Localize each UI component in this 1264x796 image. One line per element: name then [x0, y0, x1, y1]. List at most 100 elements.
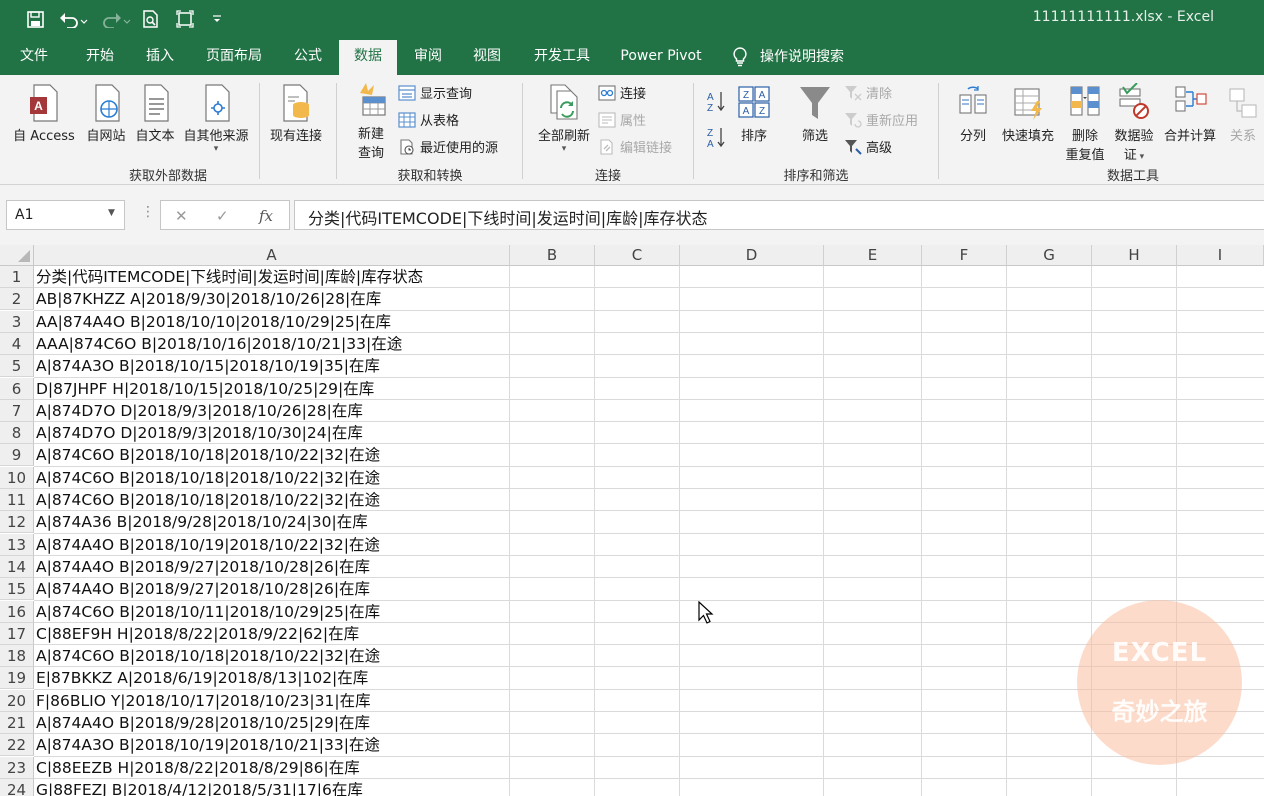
column-header-h[interactable]: H [1092, 245, 1177, 266]
row-header[interactable]: 19 [0, 667, 34, 690]
name-box-dropdown-icon[interactable]: ▼ [108, 208, 115, 218]
cell-a[interactable]: A|874A36 B|2018/9/28|2018/10/24|30|在库 [36, 511, 368, 533]
cell-a[interactable]: A|874C6O B|2018/10/11|2018/10/29|25|在库 [36, 601, 380, 623]
clear-filter-button[interactable]: 清除 [844, 83, 892, 102]
sort-descending-button[interactable]: ZA [706, 125, 728, 149]
row-header[interactable]: 2 [0, 288, 34, 311]
tab-power-pivot[interactable]: Power Pivot [612, 38, 710, 75]
cancel-icon[interactable]: ✕ [175, 207, 188, 225]
recent-sources-button[interactable]: 最近使用的源 [398, 137, 498, 156]
save-icon[interactable] [24, 8, 46, 30]
new-query-button[interactable]: 新建 查询 [344, 81, 398, 161]
column-header-d[interactable]: D [680, 245, 824, 266]
row-header[interactable]: 23 [0, 756, 34, 779]
cell-a[interactable]: A|874D7O D|2018/9/3|2018/10/26|28|在库 [36, 400, 363, 422]
tab-page-layout[interactable]: 页面布局 [196, 38, 272, 75]
cell-a[interactable]: G|88FEZJ B|2018/4/12|2018/5/31|17|6在库 [36, 779, 363, 796]
filter-button[interactable]: 筛选 [794, 83, 836, 144]
row-header[interactable]: 15 [0, 578, 34, 601]
tab-developer[interactable]: 开发工具 [524, 38, 600, 75]
tab-insert[interactable]: 插入 [136, 38, 184, 75]
undo-icon[interactable] [58, 8, 90, 30]
column-header-c[interactable]: C [595, 245, 680, 266]
redo-icon[interactable] [100, 8, 132, 30]
row-header[interactable]: 17 [0, 622, 34, 645]
tell-me-search[interactable]: 操作说明搜索 [732, 38, 862, 75]
cell-a[interactable]: A|874A3O B|2018/10/19|2018/10/21|33|在途 [36, 734, 380, 756]
reapply-filter-button[interactable]: 重新应用 [844, 110, 918, 129]
row-header[interactable]: 21 [0, 712, 34, 734]
row-header[interactable]: 20 [0, 689, 34, 712]
row-header[interactable]: 14 [0, 555, 34, 578]
cell-a[interactable]: AB|87KHZZ A|2018/9/30|2018/10/26|28|在库 [36, 288, 381, 310]
cell-a[interactable]: A|874D7O D|2018/9/3|2018/10/30|24|在库 [36, 422, 363, 444]
data-validation-button[interactable]: 数据验 证 ▾ [1110, 83, 1158, 163]
row-header[interactable]: 11 [0, 489, 34, 511]
from-text-button[interactable]: 自文本 [130, 83, 180, 144]
from-table-button[interactable]: 从表格 [398, 110, 459, 129]
row-header[interactable]: 1 [0, 266, 34, 288]
column-header-e[interactable]: E [824, 245, 922, 266]
existing-connections-button[interactable]: 现有连接 [264, 83, 328, 144]
worksheet-grid[interactable]: ABCDEFGHI 1 2 3 4 5 6 7 8 9 10 11 12 13 14 15 16 17 18 19 2… [0, 245, 1264, 796]
row-header[interactable]: 3 [0, 310, 34, 333]
formula-input[interactable]: 分类|代码ITEMCODE|下线时间|发运时间|库龄|库存状态 [294, 200, 1264, 230]
from-other-sources-button[interactable]: 自其他来源 ▾ [178, 83, 254, 154]
cell-a[interactable]: AA|874A4O B|2018/10/10|2018/10/29|25|在库 [36, 311, 391, 333]
row-header[interactable]: 6 [0, 377, 34, 400]
cell-a[interactable]: A|874A4O B|2018/9/27|2018/10/28|26|在库 [36, 556, 370, 578]
print-preview-icon[interactable] [140, 8, 162, 30]
consolidate-button[interactable]: 合并计算 [1160, 83, 1220, 144]
properties-button[interactable]: 属性 [598, 110, 646, 129]
advanced-filter-button[interactable]: 高级 [844, 137, 892, 156]
cell-a[interactable]: 分类|代码ITEMCODE|下线时间|发运时间|库龄|库存状态 [36, 266, 423, 288]
tab-home[interactable]: 开始 [76, 38, 124, 75]
enter-icon[interactable]: ✓ [216, 207, 229, 225]
row-header[interactable]: 9 [0, 444, 34, 467]
row-header[interactable]: 18 [0, 645, 34, 668]
cell-a[interactable]: A|874A3O B|2018/10/15|2018/10/19|35|在库 [36, 355, 380, 377]
row-header[interactable]: 7 [0, 399, 34, 422]
cell-a[interactable]: A|874C6O B|2018/10/18|2018/10/22|32|在途 [36, 444, 380, 466]
cell-a[interactable]: A|874C6O B|2018/10/18|2018/10/22|32|在途 [36, 645, 380, 667]
tab-view[interactable]: 视图 [463, 38, 511, 75]
insert-function-icon[interactable]: fx [259, 207, 273, 225]
show-queries-button[interactable]: 显示查询 [398, 83, 472, 102]
tab-file[interactable]: 文件 [10, 38, 58, 75]
tab-review[interactable]: 审阅 [404, 38, 452, 75]
flash-fill-button[interactable]: 快速填充 [998, 83, 1058, 144]
row-header[interactable]: 8 [0, 422, 34, 445]
row-header[interactable]: 5 [0, 355, 34, 378]
column-header-a[interactable]: A [34, 245, 510, 266]
column-header-i[interactable]: I [1177, 245, 1264, 266]
row-header[interactable]: 4 [0, 332, 34, 355]
column-header-f[interactable]: F [922, 245, 1007, 266]
row-header[interactable]: 16 [0, 600, 34, 623]
sort-button[interactable]: ZAAZ 排序 [733, 83, 775, 144]
customize-qat-icon[interactable] [208, 8, 226, 30]
cell-a[interactable]: A|874A4O B|2018/10/19|2018/10/22|32|在途 [36, 534, 380, 556]
cell-a[interactable]: A|874A4O B|2018/9/27|2018/10/28|26|在库 [36, 578, 370, 600]
cell-a[interactable]: D|87JHPF H|2018/10/15|2018/10/25|29|在库 [36, 378, 374, 400]
column-header-g[interactable]: G [1007, 245, 1092, 266]
cell-a[interactable]: E|87BKKZ A|2018/6/19|2018/8/13|102|在库 [36, 667, 368, 689]
remove-duplicates-button[interactable]: 删除 重复值 [1062, 83, 1108, 163]
column-header-b[interactable]: B [510, 245, 595, 266]
row-header[interactable]: 10 [0, 466, 34, 489]
screenshot-icon[interactable] [174, 8, 196, 30]
row-header[interactable]: 13 [0, 533, 34, 556]
cell-a[interactable]: F|86BLIO Y|2018/10/17|2018/10/23|31|在库 [36, 690, 371, 712]
sort-ascending-button[interactable]: AZ [706, 89, 728, 113]
relationships-button[interactable]: 关系 [1222, 83, 1264, 144]
cell-a[interactable]: C|88EF9H H|2018/8/22|2018/9/22|62|在库 [36, 623, 359, 645]
from-access-button[interactable]: A 自 Access [8, 83, 80, 144]
tab-formulas[interactable]: 公式 [284, 38, 332, 75]
from-web-button[interactable]: 自网站 [80, 83, 132, 144]
cell-a[interactable]: A|874C6O B|2018/10/18|2018/10/22|32|在途 [36, 489, 380, 511]
cell-a[interactable]: C|88EEZB H|2018/8/22|2018/8/29|86|在库 [36, 757, 360, 779]
refresh-all-button[interactable]: 全部刷新 ▾ [532, 83, 596, 154]
row-header[interactable]: 12 [0, 511, 34, 534]
text-to-columns-button[interactable]: 分列 [950, 83, 996, 144]
row-header[interactable]: 22 [0, 734, 34, 757]
edit-links-button[interactable]: 编辑链接 [598, 137, 672, 156]
